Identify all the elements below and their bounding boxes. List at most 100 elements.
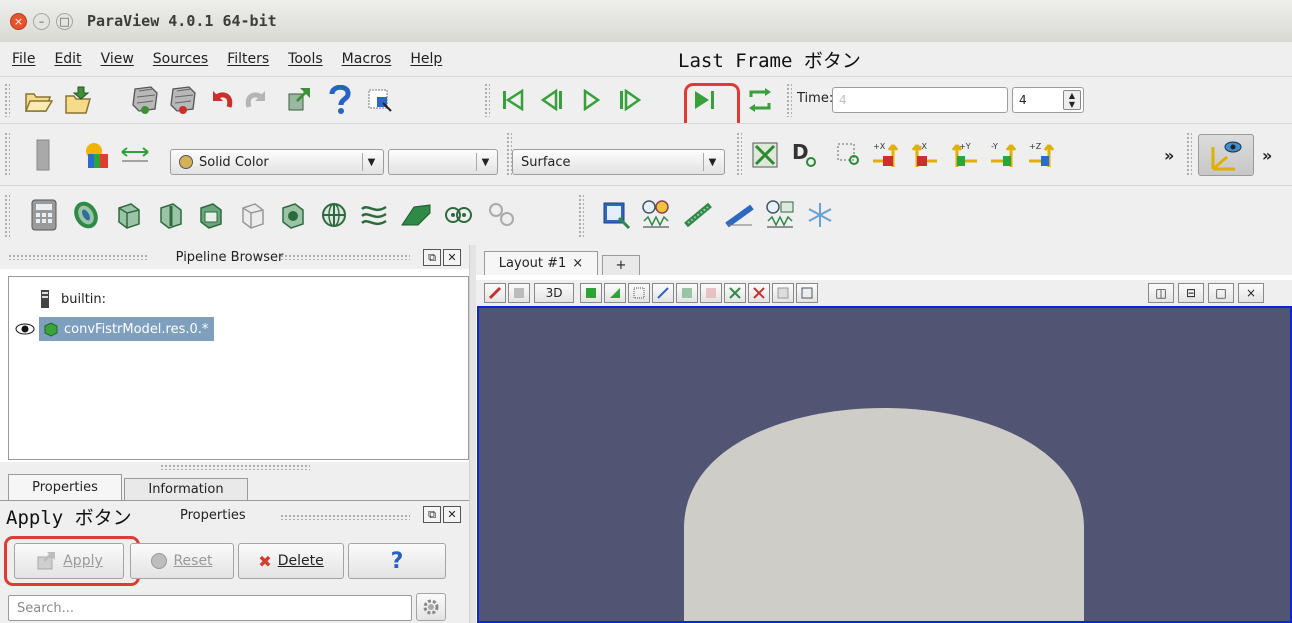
reset-button[interactable]: Reset — [130, 543, 234, 579]
capture-screenshot-icon[interactable] — [484, 283, 506, 303]
menu-file[interactable]: File — [12, 51, 35, 67]
threshold-icon[interactable] — [192, 196, 228, 234]
toggle-color-legend-icon[interactable] — [28, 138, 58, 172]
rescale-range-icon[interactable] — [118, 138, 152, 172]
tab-information[interactable]: Information — [124, 478, 248, 500]
warp-by-vector-icon[interactable] — [356, 196, 392, 234]
pipeline-tree[interactable]: builtin: convFistrModel.res.0.* — [8, 276, 469, 460]
connect-icon[interactable] — [282, 83, 316, 117]
render-view[interactable] — [477, 306, 1292, 623]
view-minus-x-icon[interactable]: -X — [908, 138, 942, 172]
next-frame-icon[interactable] — [612, 83, 646, 117]
toolbar-grip[interactable] — [4, 83, 10, 117]
stream-tracer-icon[interactable] — [316, 196, 352, 234]
orientation-axes-toggle[interactable] — [1198, 134, 1254, 176]
toggle-3d-button[interactable]: 3D — [534, 283, 574, 303]
menu-edit[interactable]: Edit — [54, 51, 81, 67]
split-vertical-button[interactable]: ⊟ — [1178, 283, 1204, 303]
split-horizontal-button[interactable]: ◫ — [1148, 283, 1174, 303]
toolbar-overflow-button[interactable]: » — [1262, 146, 1272, 165]
representation-dropdown[interactable]: Surface ▼ — [512, 149, 725, 175]
load-state-icon[interactable] — [128, 83, 162, 117]
toolbar-grip[interactable] — [736, 132, 742, 176]
save-state-icon[interactable] — [166, 83, 200, 117]
dock-grip[interactable] — [280, 514, 410, 520]
close-panel-button[interactable]: ✕ — [443, 506, 461, 523]
dock-grip[interactable] — [160, 464, 310, 470]
pipeline-item-convfistrmodel[interactable]: convFistrModel.res.0.* — [15, 317, 215, 341]
save-data-icon[interactable] — [62, 83, 96, 117]
view-options-icon[interactable] — [508, 283, 530, 303]
previous-frame-icon[interactable] — [536, 83, 570, 117]
select-cells-frustum-icon[interactable] — [652, 283, 674, 303]
open-file-icon[interactable] — [22, 83, 56, 117]
toolbar-grip[interactable] — [4, 132, 10, 176]
plot-selection-icon[interactable] — [722, 196, 758, 234]
histogram-icon[interactable] — [680, 196, 716, 234]
view-minus-y-icon[interactable]: -Y — [988, 138, 1022, 172]
interactive-select-points-icon[interactable] — [748, 283, 770, 303]
clip-icon[interactable] — [110, 196, 146, 234]
maximize-view-button[interactable]: □ — [1208, 283, 1234, 303]
search-input[interactable]: Search... — [8, 595, 412, 621]
dock-grip[interactable] — [8, 254, 148, 260]
close-panel-button[interactable]: ✕ — [443, 249, 461, 266]
camera-undo-icon[interactable] — [580, 283, 602, 303]
help-button[interactable]: ? — [348, 543, 446, 579]
close-window-button[interactable]: × — [10, 12, 27, 30]
tab-properties[interactable]: Properties — [8, 474, 122, 500]
menu-sources[interactable]: Sources — [153, 51, 208, 67]
select-cells-on-icon[interactable] — [604, 283, 626, 303]
close-view-button[interactable]: × — [1238, 283, 1264, 303]
glyph-icon[interactable] — [274, 196, 310, 234]
time-index-spinbox[interactable]: 4 ▲ ▼ — [1012, 87, 1084, 113]
edit-color-map-icon[interactable] — [78, 138, 112, 172]
close-tab-icon[interactable]: × — [572, 256, 583, 271]
clear-selection-icon[interactable] — [772, 283, 794, 303]
select-blocks-icon[interactable] — [676, 283, 698, 303]
interactive-select-cells-icon[interactable] — [724, 283, 746, 303]
contour-icon[interactable] — [68, 196, 104, 234]
component-dropdown[interactable]: ▼ — [388, 149, 498, 175]
find-data-icon[interactable] — [362, 83, 396, 117]
toolbar-grip[interactable] — [484, 83, 490, 117]
time-value-field[interactable]: 4 — [832, 87, 1008, 113]
extract-level-icon[interactable] — [440, 196, 476, 234]
menu-view[interactable]: View — [101, 51, 134, 67]
menu-tools[interactable]: Tools — [288, 51, 323, 67]
python-view-icon[interactable] — [802, 196, 838, 234]
spin-arrows-icon[interactable]: ▲ ▼ — [1063, 90, 1081, 110]
view-plus-z-icon[interactable]: +Z — [1026, 138, 1060, 172]
menu-help[interactable]: Help — [410, 51, 442, 67]
calculator-icon[interactable] — [26, 196, 62, 234]
plot-data-over-time-icon[interactable] — [762, 196, 798, 234]
undo-icon[interactable] — [204, 83, 238, 117]
minimize-window-button[interactable]: – — [33, 12, 50, 30]
advanced-properties-gear-button[interactable] — [416, 593, 446, 621]
color-by-dropdown[interactable]: Solid Color ▼ — [170, 149, 384, 175]
first-frame-icon[interactable] — [496, 83, 530, 117]
loop-icon[interactable] — [743, 83, 777, 117]
toolbar-grip[interactable] — [1186, 132, 1192, 176]
toolbar-grip[interactable] — [786, 83, 792, 117]
menu-filters[interactable]: Filters — [227, 51, 269, 67]
menu-macros[interactable]: Macros — [342, 51, 392, 67]
panel-splitter[interactable] — [469, 245, 476, 623]
dock-grip[interactable] — [280, 254, 410, 260]
glyph-points-icon[interactable] — [484, 196, 520, 234]
select-points-on-icon[interactable] — [628, 283, 650, 303]
redo-icon[interactable] — [240, 83, 274, 117]
float-panel-button[interactable]: ⧉ — [423, 249, 441, 266]
extract-subset-icon[interactable] — [234, 196, 270, 234]
pipeline-item-builtin[interactable]: builtin: — [39, 289, 106, 309]
view-plus-y-icon[interactable]: +Y — [948, 138, 982, 172]
slice-icon[interactable] — [152, 196, 188, 234]
float-panel-button[interactable]: ⧉ — [423, 506, 441, 523]
plot-over-line-icon[interactable] — [638, 196, 674, 234]
add-layout-tab-button[interactable]: + — [602, 255, 640, 275]
delete-button[interactable]: ✖ Delete — [238, 543, 344, 579]
tab-layout-1[interactable]: Layout #1 × — [484, 251, 598, 275]
toolbar-overflow-button[interactable]: » — [1164, 146, 1174, 165]
help-icon[interactable] — [323, 83, 357, 117]
zoom-to-box-icon[interactable] — [832, 138, 866, 172]
